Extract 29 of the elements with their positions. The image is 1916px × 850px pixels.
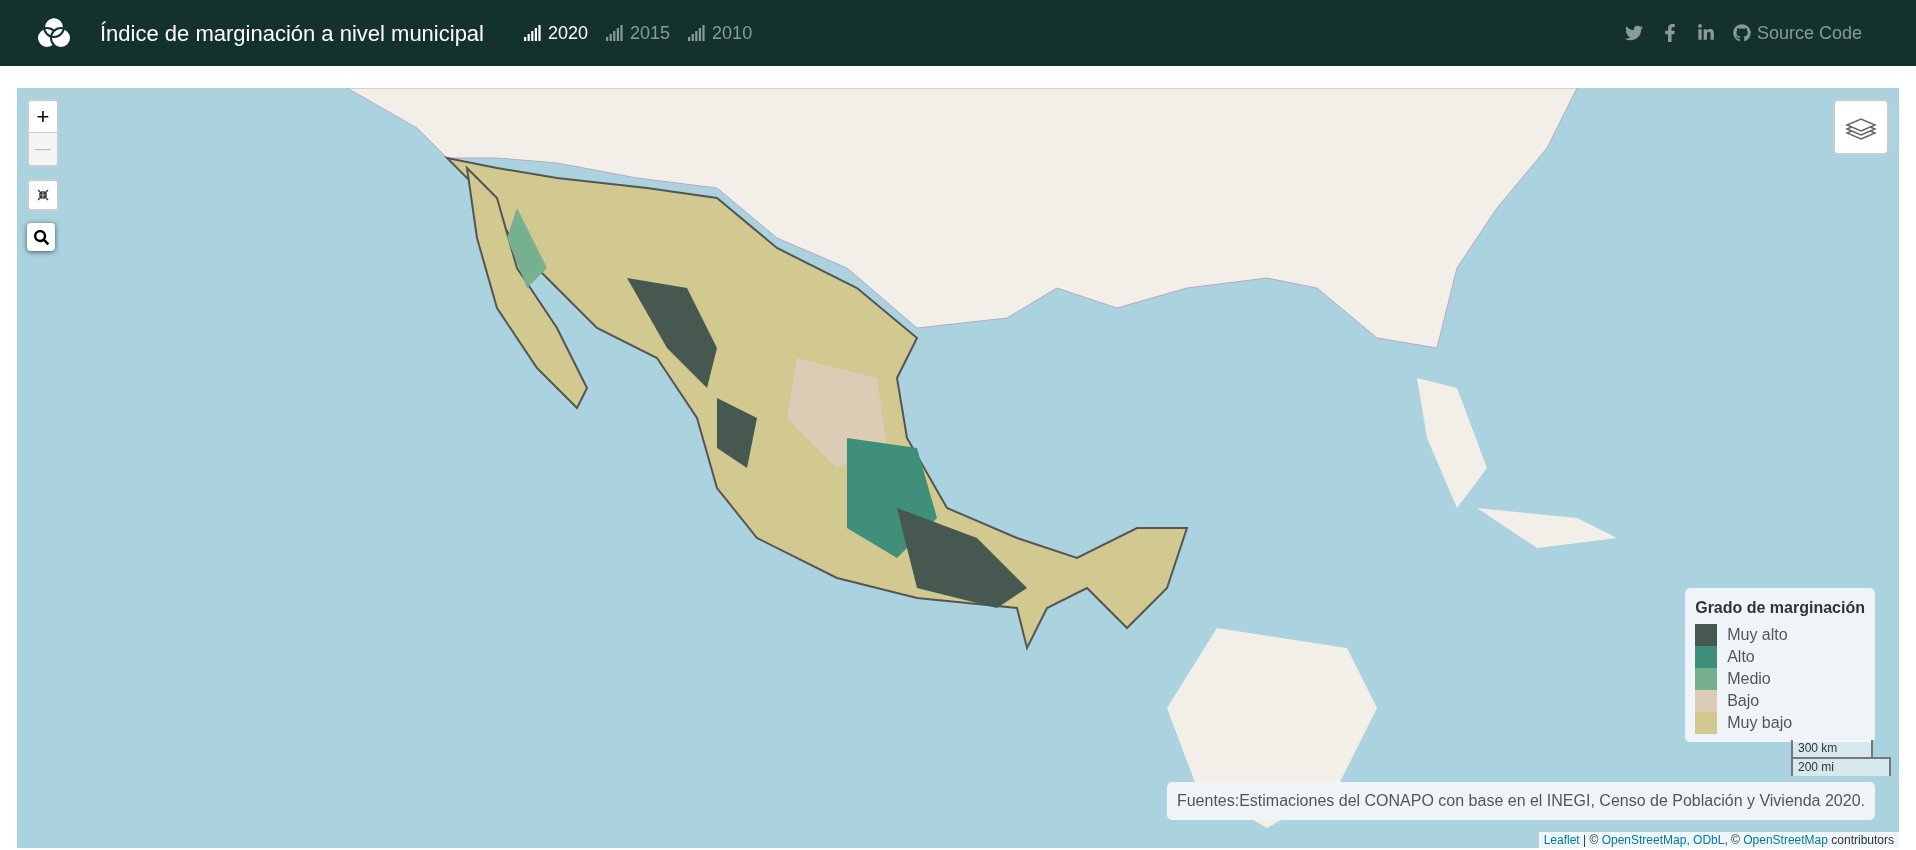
source-code-link[interactable]: Source Code	[1732, 19, 1862, 47]
signal-bars-icon	[606, 25, 625, 41]
legend-label: Muy alto	[1727, 625, 1788, 645]
signal-bars-icon	[524, 25, 542, 41]
page-title: Índice de marginación a nivel municipal	[100, 19, 484, 48]
search-icon	[33, 229, 49, 245]
signal-bars-icon	[688, 25, 707, 41]
collapse-arrows-icon	[37, 189, 49, 201]
source-note: Fuentes:Estimaciones del CONAPO con base en el INEGI, Censo de Población y Vivienda 2020.	[1166, 782, 1875, 820]
year-tab[interactable]: 2015	[606, 19, 671, 47]
twitter-icon[interactable]	[1624, 24, 1643, 42]
scale-bar: 300 km	[1791, 740, 1873, 759]
github-icon	[1732, 24, 1751, 42]
legend-label: Muy bajo	[1727, 713, 1793, 733]
legend-title: Grado de marginación	[1695, 598, 1865, 618]
fullscreen-button[interactable]	[27, 179, 59, 211]
zoom-in-button[interactable]: +	[29, 101, 57, 133]
attribution-link[interactable]: Leaflet	[1543, 833, 1580, 847]
linkedin-icon[interactable]	[1696, 24, 1715, 42]
year-tab[interactable]: 2010	[688, 19, 753, 47]
attribution-link[interactable]: OpenStreetMap	[1743, 833, 1828, 847]
legend-label: Medio	[1727, 669, 1771, 689]
legend-label: Bajo	[1727, 691, 1760, 711]
year-tab[interactable]: 2020	[524, 19, 589, 47]
legend-label: Alto	[1727, 647, 1755, 667]
search-button[interactable]	[27, 223, 55, 251]
scale-bar: 200 mi	[1791, 757, 1891, 776]
layers-button[interactable]	[1833, 99, 1889, 155]
attribution-text: Leaflet | © OpenStreetMap, ODbL, © OpenStreetMap contributors	[1538, 832, 1899, 848]
